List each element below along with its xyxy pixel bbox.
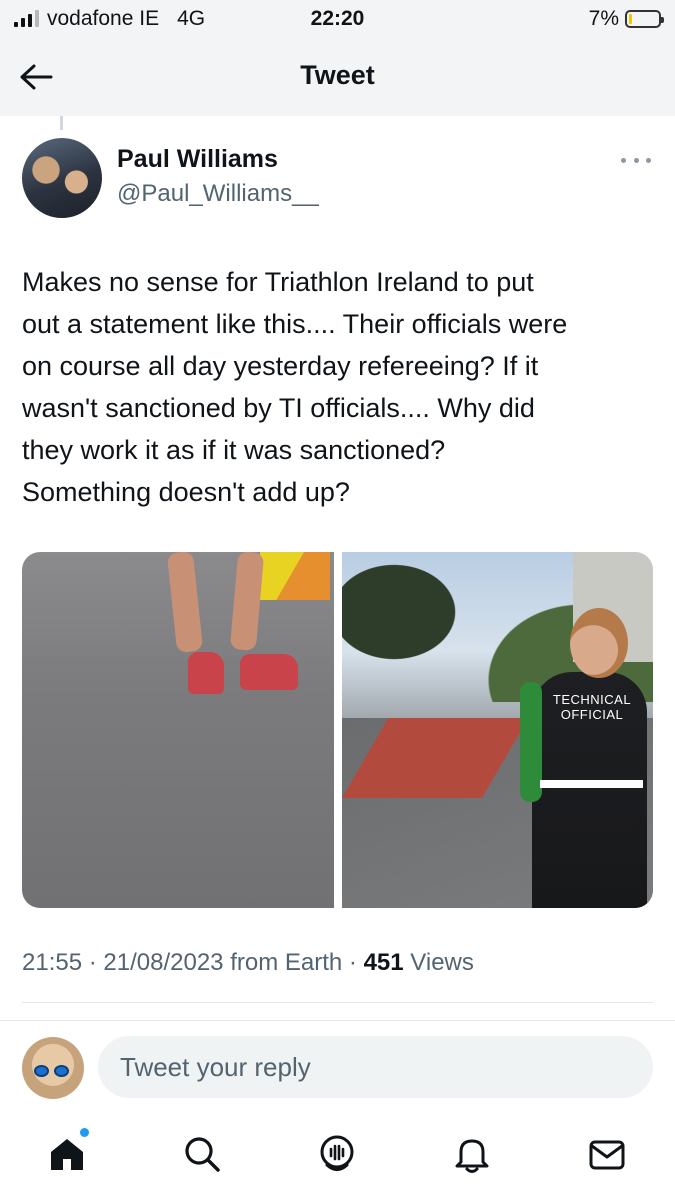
views-label: Views (410, 949, 474, 976)
search-icon (185, 1137, 220, 1172)
header: Tweet (0, 38, 675, 116)
tab-home[interactable] (45, 1128, 89, 1176)
reply-input[interactable]: Tweet your reply (98, 1036, 653, 1098)
tab-notifications[interactable] (450, 1132, 494, 1176)
meta-separator: · (88, 949, 97, 976)
official-vest-label: TECHNICAL OFFICIAL (552, 692, 632, 722)
status-time: 22:20 (310, 7, 365, 30)
notification-dot (80, 1128, 89, 1137)
tweet-date: 21/08/2023 (103, 949, 224, 976)
tab-spaces[interactable] (315, 1132, 359, 1176)
tweet-media: TECHNICAL OFFICIAL (22, 552, 653, 908)
tab-search[interactable] (180, 1132, 224, 1176)
more-horizontal-icon (621, 157, 626, 163)
thread-line (60, 116, 63, 130)
home-icon (51, 1139, 83, 1170)
battery-icon (625, 10, 664, 28)
author-handle[interactable]: @Paul_Williams__ (117, 180, 319, 208)
divider (22, 1002, 653, 1003)
author-name[interactable]: Paul Williams (117, 145, 278, 174)
views-count[interactable]: 451 (364, 949, 404, 976)
avatar[interactable] (22, 138, 102, 218)
status-right: 7% (588, 7, 664, 31)
page-title: Tweet (300, 60, 375, 90)
media-photo-2[interactable]: TECHNICAL OFFICIAL (342, 552, 653, 908)
battery-percent: 7% (588, 7, 619, 30)
tweet-meta: 21:55 · 21/08/2023 from Earth · 451 View… (22, 949, 474, 977)
status-bar: vodafone IE 4G 22:20 7% (0, 0, 675, 38)
media-photo-1[interactable] (22, 552, 334, 908)
more-options-button[interactable] (621, 152, 651, 168)
reply-avatar (22, 1037, 84, 1099)
spaces-icon (320, 1135, 354, 1171)
tab-messages[interactable] (585, 1132, 629, 1176)
tweet-text: Makes no sense for Triathlon Ireland to … (22, 267, 568, 507)
divider (0, 1020, 675, 1021)
mail-icon (589, 1140, 625, 1170)
tweet-source: from Earth (230, 949, 343, 976)
bell-icon (455, 1139, 489, 1173)
meta-separator: · (348, 949, 357, 976)
tweet-time: 21:55 (22, 949, 83, 976)
tab-bar (0, 1118, 675, 1200)
